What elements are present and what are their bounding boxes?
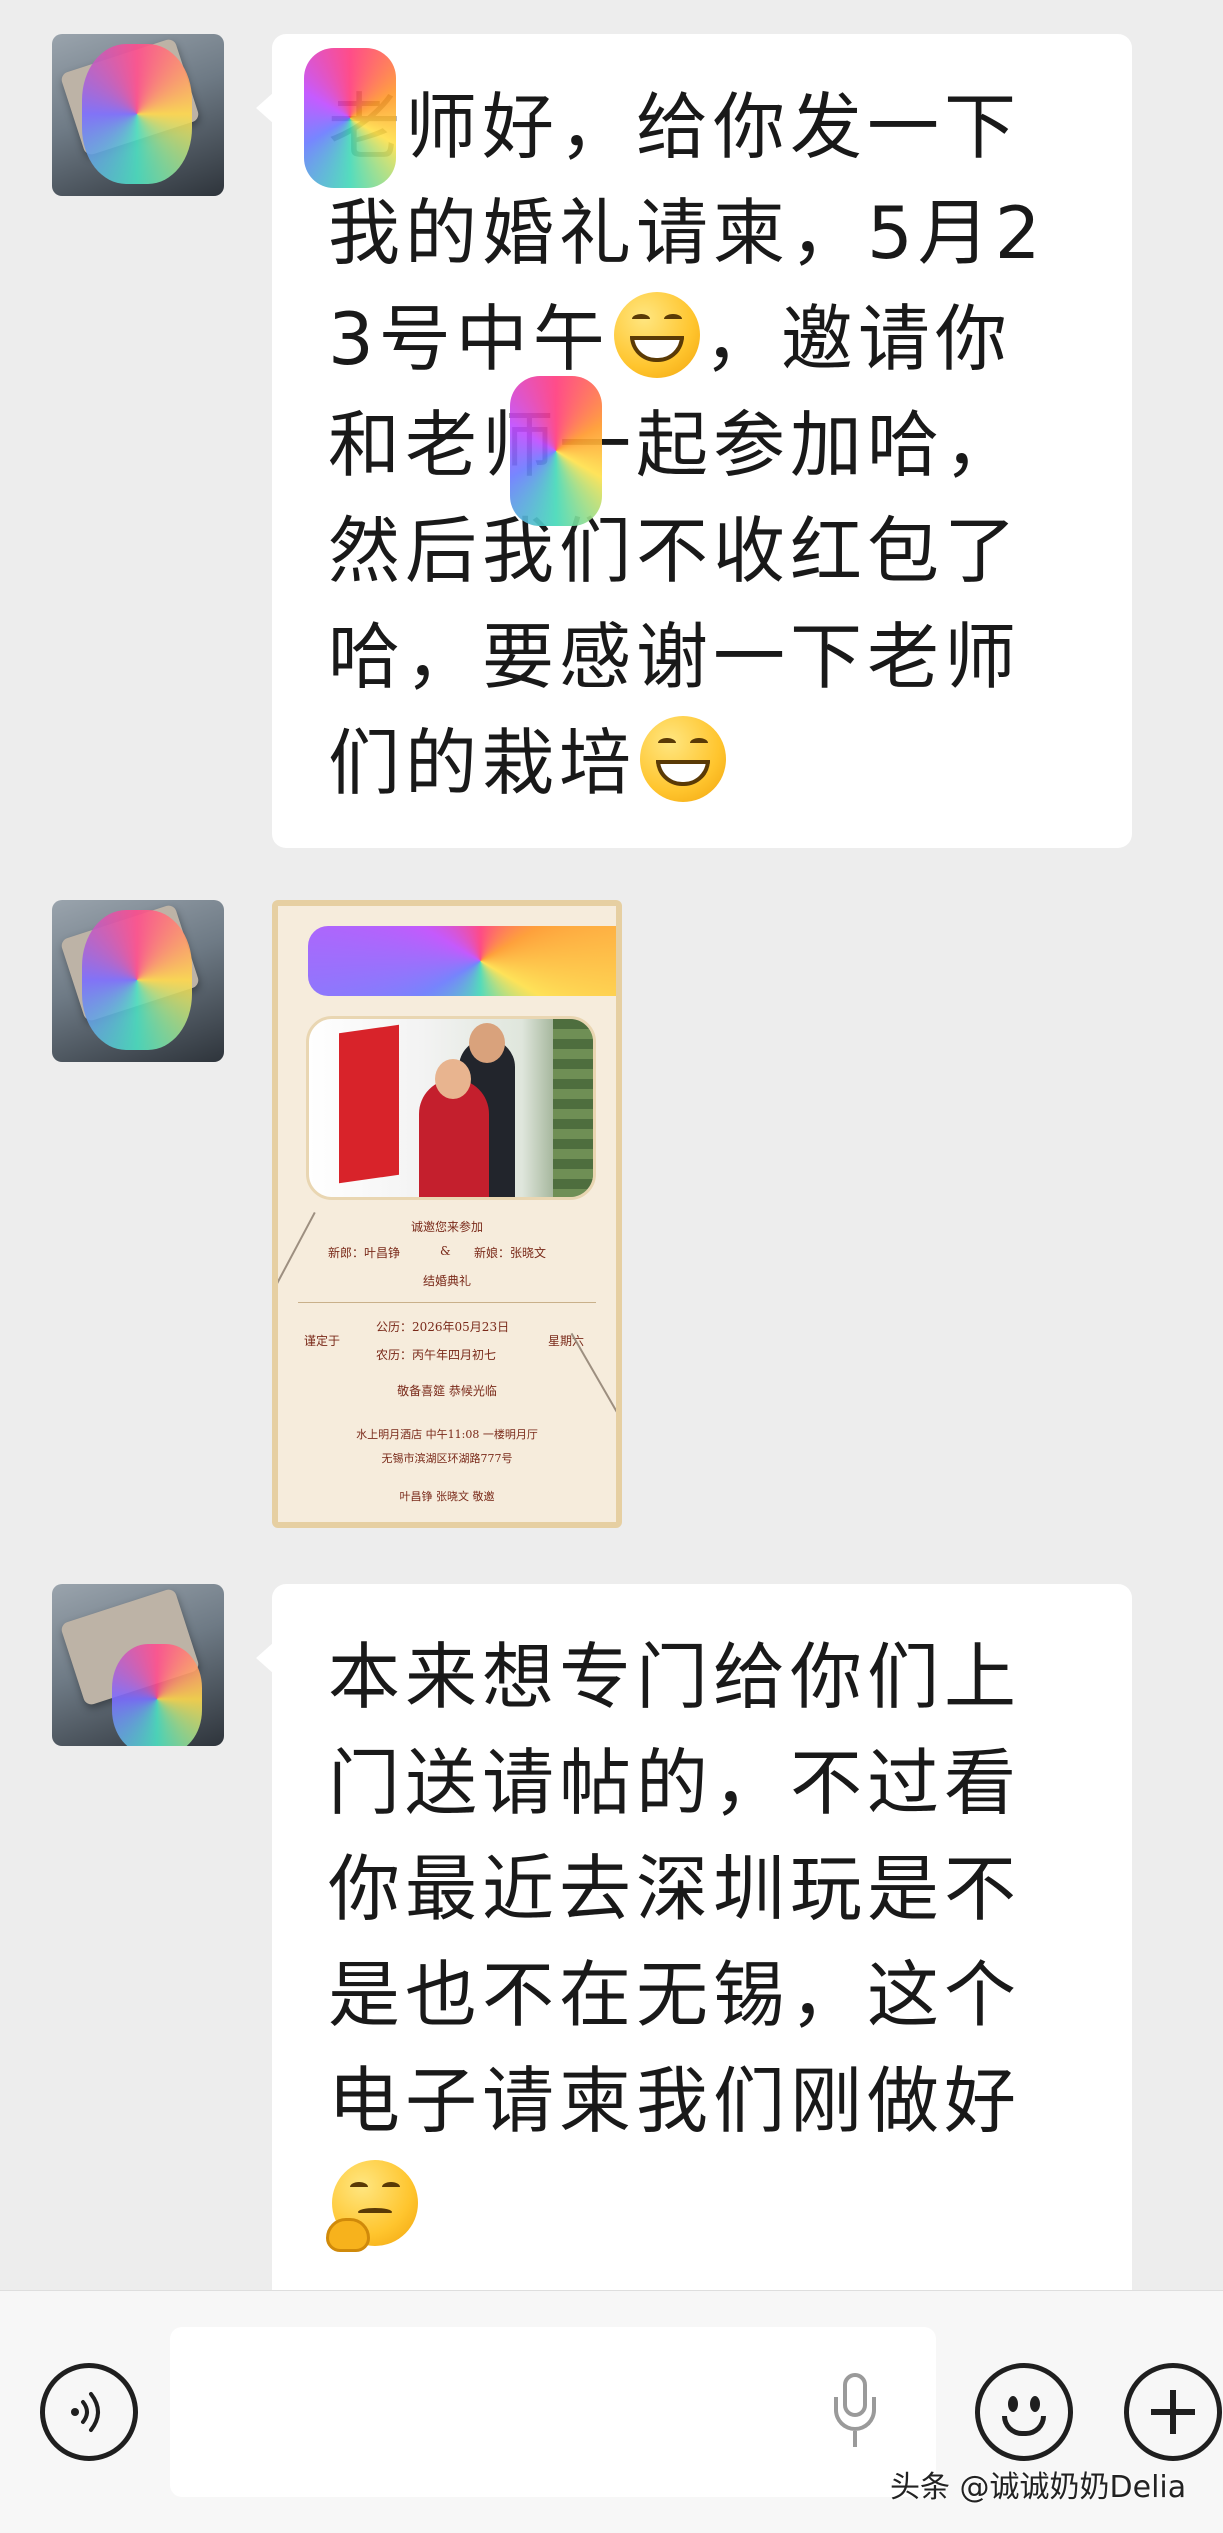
avatar-mosaic bbox=[112, 1644, 202, 1746]
address-text: 无锡市滨湖区环湖路777号 bbox=[381, 1452, 513, 1465]
ceremony-label: 结婚典礼 bbox=[422, 1274, 471, 1288]
solar-date: 公历：2026年05月23日 bbox=[376, 1320, 510, 1334]
message-bubble[interactable]: 老师好，给你发一下我的婚礼请柬，5月23号中午 ，邀请你和老师一起参加哈，然后我们… bbox=[256, 34, 1132, 848]
voice-icon[interactable] bbox=[40, 2363, 138, 2461]
voice-waves-icon bbox=[71, 2392, 100, 2432]
avatar-mosaic bbox=[82, 44, 192, 184]
avatar[interactable] bbox=[52, 1584, 224, 1746]
redaction-mosaic bbox=[308, 926, 616, 996]
avatar[interactable] bbox=[52, 34, 224, 196]
message-bubble[interactable]: 本来想专门给你们上门送请帖的，不过看你最近去深圳玩是不是也不在无锡，这个电子请柬… bbox=[256, 1584, 1132, 2290]
message-text: 本来想专门给你们上门送请帖的，不过看你最近去深圳玩是不是也不在无锡，这个电子请柬… bbox=[326, 1624, 1082, 2260]
avatar[interactable] bbox=[52, 900, 224, 1062]
chat-area: 老师好，给你发一下我的婚礼请柬，5月23号中午 ，邀请你和老师一起参加哈，然后我们… bbox=[0, 0, 1223, 2290]
watermark: 头条 @诚诚奶奶Delia bbox=[890, 2470, 1187, 2505]
invite-text: 诚邀您来参加 bbox=[410, 1220, 483, 1234]
groom-name: 新郎：叶昌铮 bbox=[328, 1246, 401, 1260]
plus-icon[interactable] bbox=[1124, 2363, 1222, 2461]
lunar-date: 农历：丙午年四月初七 bbox=[376, 1348, 497, 1362]
branch-decoration bbox=[570, 1332, 616, 1430]
venue-text: 水上明月酒店 中午11:08 一楼明月厅 bbox=[356, 1428, 538, 1441]
invitation-image[interactable]: 诚邀您来参加 新郎：叶昌铮 & 新娘：张晓文 结婚典礼 谨定于 公历：2026年… bbox=[272, 900, 622, 1528]
grin-emoji-icon bbox=[640, 716, 727, 802]
hosts-text: 叶昌铮 张晓文 敬邀 bbox=[399, 1490, 495, 1503]
bride-name: 新娘：张晓文 bbox=[474, 1246, 547, 1260]
redaction-mosaic bbox=[510, 376, 602, 526]
divider bbox=[298, 1302, 596, 1303]
fixed-on-label: 谨定于 bbox=[304, 1334, 341, 1348]
mic-icon[interactable] bbox=[830, 2373, 880, 2453]
avatar-mosaic bbox=[82, 910, 192, 1050]
message-text-part: 本来想专门给你们上门送请帖的，不过看你最近去深圳玩是不是也不在无锡，这个电子请柬… bbox=[328, 1635, 1022, 2143]
plus-glyph bbox=[1151, 2390, 1195, 2434]
couple-photo bbox=[306, 1016, 596, 1200]
amp-symbol: & bbox=[440, 1244, 451, 1258]
grin-emoji-icon bbox=[613, 292, 700, 378]
redaction-mosaic bbox=[304, 48, 396, 188]
message-input[interactable] bbox=[170, 2327, 936, 2497]
message-text: 老师好，给你发一下我的婚礼请柬，5月23号中午 ，邀请你和老师一起参加哈，然后我们… bbox=[328, 74, 1082, 816]
thinking-emoji-icon bbox=[326, 2160, 418, 2252]
banquet-text: 敬备喜筵 恭候光临 bbox=[397, 1384, 497, 1398]
emoji-icon[interactable] bbox=[975, 2363, 1073, 2461]
